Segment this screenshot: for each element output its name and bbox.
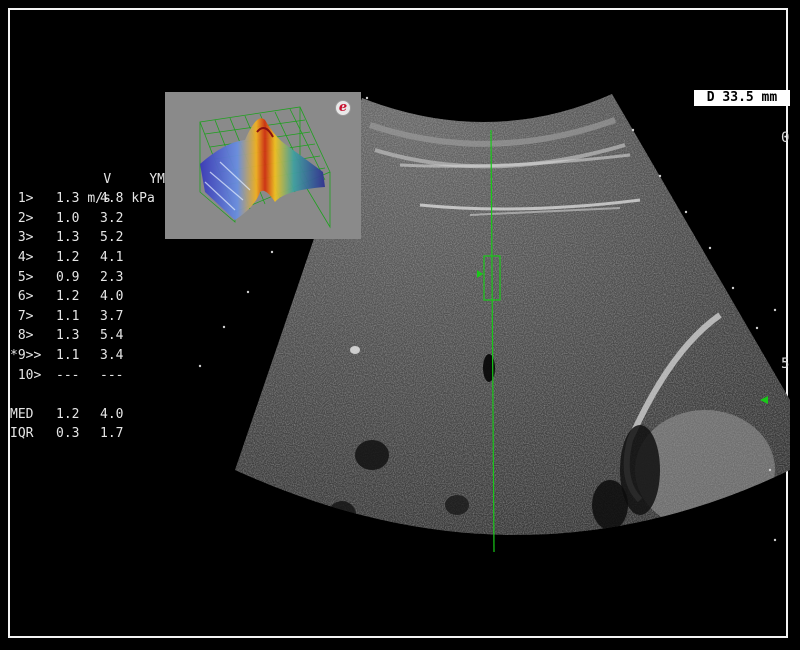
column-v: V xyxy=(103,171,112,187)
depth-readout: D 33.5 mm xyxy=(694,90,790,106)
summary-row-med: MED 1.2 4.0 xyxy=(10,406,124,422)
table-row: 7> 1.1 3.7 xyxy=(10,308,124,324)
depth-scale-0: 0 xyxy=(781,130,790,146)
table-row: 5> 0.9 2.3 xyxy=(10,269,124,285)
measurement-table: V YM m/s kPa 1> 1.3 4.8 2> 1.0 3.2 3> 1.3 5.2 4>… xyxy=(10,150,189,444)
table-row: 8> 1.3 5.4 xyxy=(10,328,124,344)
depth-scale-5: 5 xyxy=(781,356,790,372)
table-row: 4> 1.2 4.1 xyxy=(10,249,124,265)
e-logo-icon: e xyxy=(335,100,351,116)
table-row: 3> 1.3 5.2 xyxy=(10,230,124,246)
table-row: 2> 1.0 3.2 xyxy=(10,210,124,226)
summary-row-iqr: IQR 0.3 1.7 xyxy=(10,426,124,442)
table-row: 6> 1.2 4.0 xyxy=(10,289,124,305)
elastography-3d-plot-icon xyxy=(199,106,331,229)
elastography-3d-plot-panel: e xyxy=(165,92,361,239)
table-header-1: V YM xyxy=(10,150,189,187)
table-row: 10> --- --- xyxy=(10,367,124,383)
table-row-selected: *9>> 1.1 3.4 xyxy=(10,347,124,363)
